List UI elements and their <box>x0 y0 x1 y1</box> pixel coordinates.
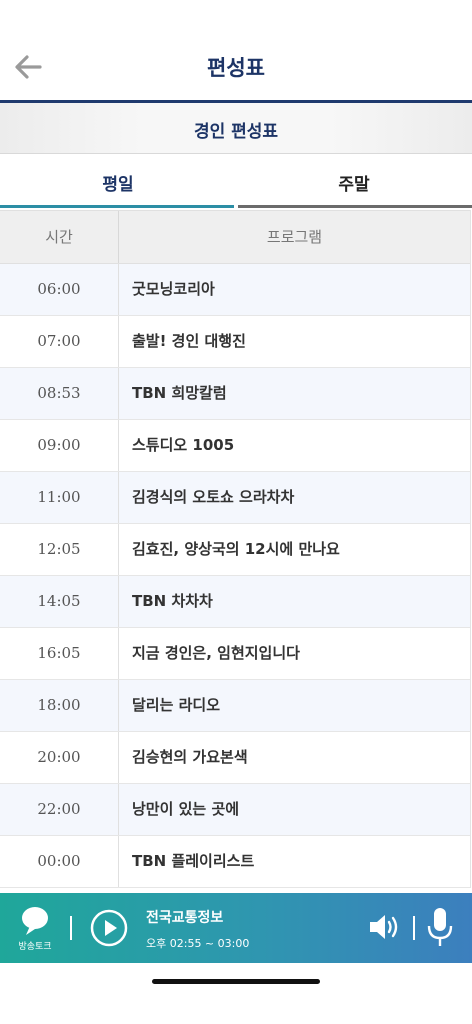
now-playing-title: 전국교통정보 <box>146 910 224 926</box>
broadcast-talk-button[interactable]: 방송토크 <box>14 905 56 955</box>
row-time: 07:00 <box>0 316 119 367</box>
row-program: 김효진, 양상국의 12시에 만나요 <box>132 540 340 558</box>
table-row[interactable]: 09:00 스튜디오 1005 <box>0 420 470 472</box>
row-program: TBN 플레이리스트 <box>132 852 255 870</box>
row-time: 11:00 <box>0 472 119 523</box>
tab-weekday-indicator <box>0 205 234 208</box>
row-time: 06:00 <box>0 264 119 315</box>
row-program: 낭만이 있는 곳에 <box>132 800 240 818</box>
table-row[interactable]: 08:53 TBN 희망칼럼 <box>0 368 470 420</box>
day-tabs: 평일 주말 <box>0 154 472 210</box>
table-row[interactable]: 16:05 지금 경인은, 임현지입니다 <box>0 628 470 680</box>
now-playing-time: 오후 02:55 ~ 03:00 <box>146 937 250 950</box>
row-time: 00:00 <box>0 836 119 887</box>
row-time: 16:05 <box>0 628 119 679</box>
row-program: 김승현의 가요본색 <box>132 748 248 766</box>
row-time: 14:05 <box>0 576 119 627</box>
schedule-table: 시간 프로그램 06:00 굿모닝코리아 07:00 출발! 경인 대행진 08:53 T… <box>0 210 471 888</box>
row-time: 18:00 <box>0 680 119 731</box>
column-header-program: 프로그램 <box>266 228 323 246</box>
tab-weekday-label: 평일 <box>102 175 134 195</box>
column-header-time: 시간 <box>0 211 119 263</box>
row-time: 09:00 <box>0 420 119 471</box>
table-row[interactable]: 18:00 달리는 라디오 <box>0 680 470 732</box>
schedule-subheader: 경인 편성표 <box>0 103 472 154</box>
volume-button[interactable] <box>368 911 402 943</box>
play-icon <box>90 909 128 947</box>
row-program: TBN 차차차 <box>132 592 213 610</box>
table-row[interactable]: 00:00 TBN 플레이리스트 <box>0 836 470 888</box>
speaker-icon <box>370 915 398 939</box>
row-time: 12:05 <box>0 524 119 575</box>
table-row[interactable]: 06:00 굿모닝코리아 <box>0 264 470 316</box>
microphone-icon <box>427 908 453 946</box>
player-divider-right <box>413 916 415 940</box>
tab-weekend-label: 주말 <box>338 175 370 195</box>
play-button[interactable] <box>90 909 128 947</box>
table-row[interactable]: 07:00 출발! 경인 대행진 <box>0 316 470 368</box>
table-row[interactable]: 12:05 김효진, 양상국의 12시에 만나요 <box>0 524 470 576</box>
table-row[interactable]: 20:00 김승현의 가요본색 <box>0 732 470 784</box>
row-program: 스튜디오 1005 <box>132 436 235 454</box>
microphone-button[interactable] <box>426 905 454 951</box>
home-indicator-area <box>0 963 472 1024</box>
row-program: TBN 희망칼럼 <box>132 384 227 402</box>
row-program: 출발! 경인 대행진 <box>132 332 246 350</box>
broadcast-talk-label: 방송토크 <box>18 942 52 952</box>
row-program: 달리는 라디오 <box>132 696 221 714</box>
tab-weekend-indicator <box>238 205 472 208</box>
page-title: 편성표 <box>207 56 265 80</box>
schedule-title: 경인 편성표 <box>193 122 279 142</box>
row-time: 20:00 <box>0 732 119 783</box>
row-time: 22:00 <box>0 784 119 835</box>
table-row[interactable]: 14:05 TBN 차차차 <box>0 576 470 628</box>
row-time: 08:53 <box>0 368 119 419</box>
player-divider <box>70 916 72 940</box>
tab-weekend[interactable]: 주말 <box>236 154 472 210</box>
row-program: 지금 경인은, 임현지입니다 <box>132 644 300 662</box>
table-row[interactable]: 22:00 낭만이 있는 곳에 <box>0 784 470 836</box>
row-program: 김경식의 오토쇼 으라차차 <box>132 488 295 506</box>
now-playing: 전국교통정보 오후 02:55 ~ 03:00 <box>146 907 249 951</box>
tab-weekday[interactable]: 평일 <box>0 154 236 210</box>
player-bar: 방송토크 전국교통정보 오후 02:55 ~ 03:00 <box>0 893 472 963</box>
table-body: 06:00 굿모닝코리아 07:00 출발! 경인 대행진 08:53 TBN 희망칼럼 0… <box>0 264 470 888</box>
chat-bubble-icon <box>22 907 48 935</box>
table-row[interactable]: 11:00 김경식의 오토쇼 으라차차 <box>0 472 470 524</box>
row-program: 굿모닝코리아 <box>132 280 215 298</box>
home-indicator[interactable] <box>152 979 320 984</box>
app-header: 편성표 <box>0 0 472 100</box>
table-header: 시간 프로그램 <box>0 210 470 264</box>
